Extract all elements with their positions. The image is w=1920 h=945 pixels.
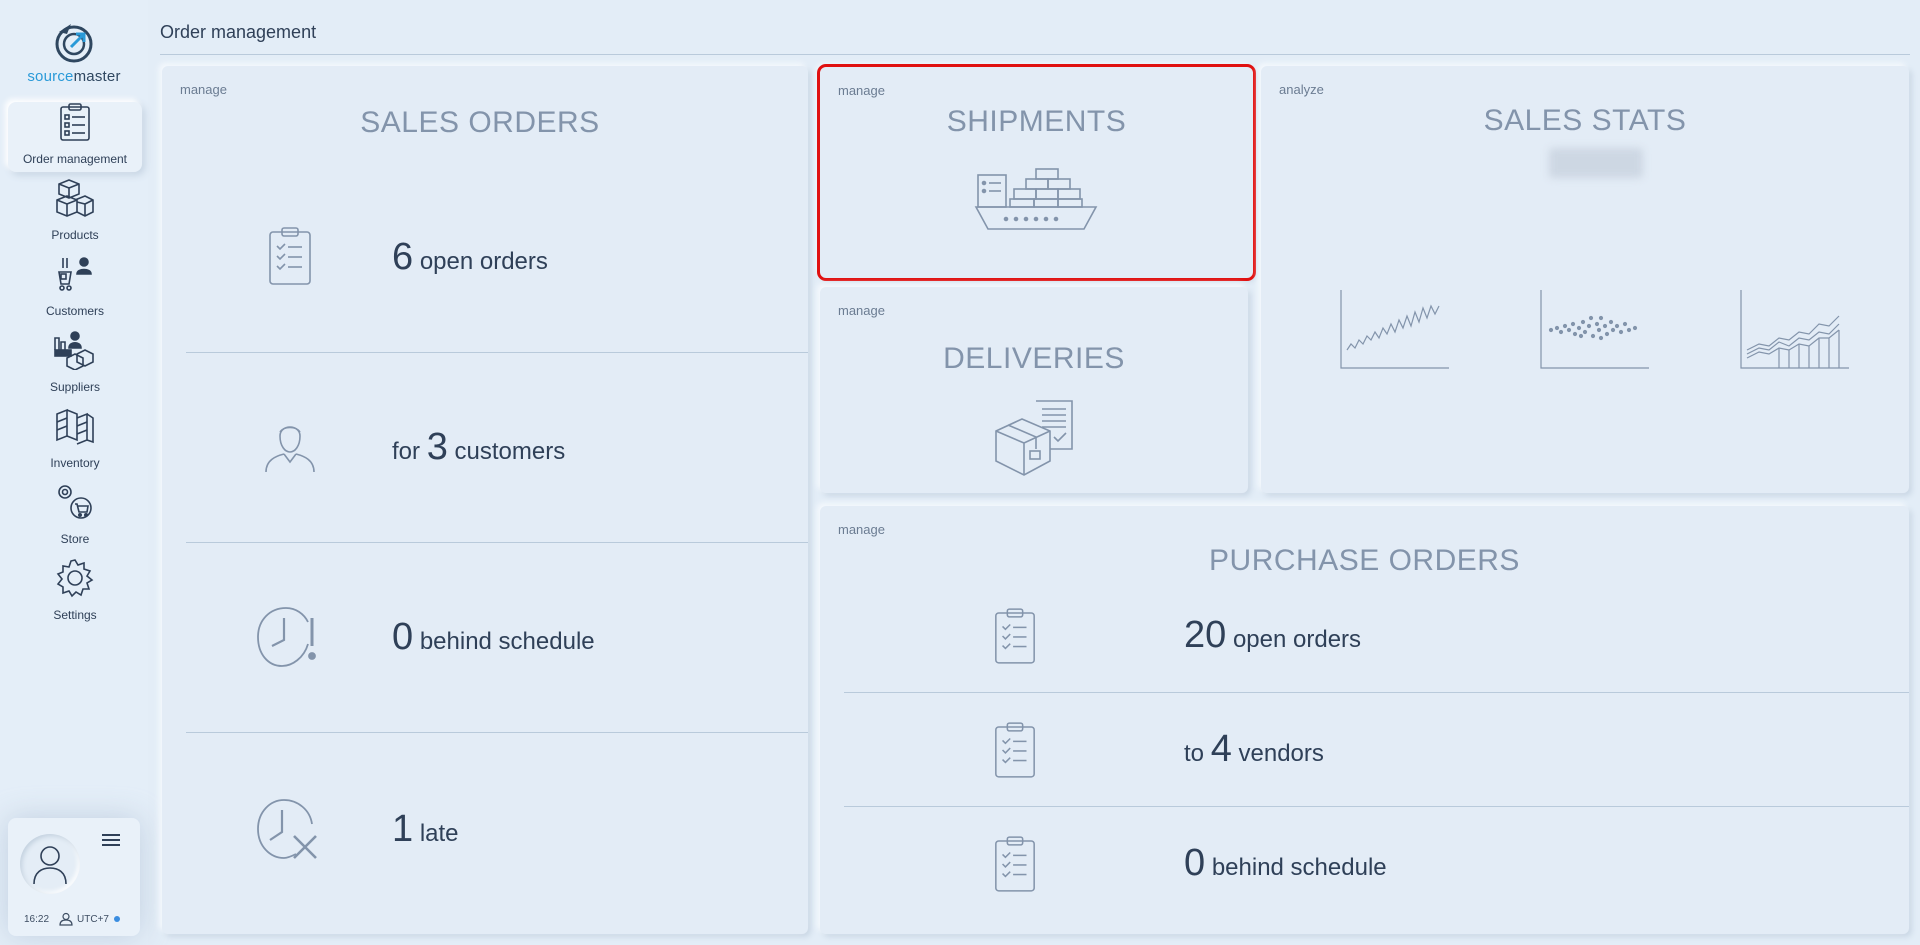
purchase-open-orders-stat: 20 open orders — [1184, 614, 1361, 657]
user-status: 16:22 UTC+7 — [24, 912, 130, 926]
sidebar-item-customers[interactable]: Customers — [8, 254, 142, 324]
stat-label: behind schedule — [1211, 854, 1387, 881]
stat-label: behind schedule — [419, 628, 595, 655]
stat-prefix: to — [1184, 740, 1205, 767]
sales-open-orders-stat: 6 open orders — [392, 236, 548, 279]
stat-label: late — [419, 820, 459, 847]
card-title: DELIVERIES — [943, 342, 1125, 375]
delivery-box-icon — [995, 400, 1073, 476]
deliveries-card[interactable]: manage DELIVERIES — [820, 287, 1248, 493]
sidebar-item-suppliers[interactable]: Suppliers — [8, 330, 142, 400]
sidebar-item-label: Settings — [53, 608, 97, 622]
stat-number: 20 — [1184, 614, 1227, 656]
area-chart-icon — [1740, 290, 1849, 369]
stat-label: vendors — [1238, 740, 1324, 767]
card-title: SALES STATS — [1483, 104, 1687, 137]
menu-icon[interactable] — [102, 834, 120, 848]
stat-prefix: for — [392, 438, 421, 465]
clock-warning-icon — [257, 607, 316, 667]
row-divider — [186, 352, 808, 353]
stat-number: 0 — [1184, 842, 1206, 884]
clipboard-icon — [269, 227, 311, 285]
stat-number: 4 — [1210, 728, 1232, 770]
stat-number: 1 — [392, 808, 414, 850]
card-title: SHIPMENTS — [946, 105, 1127, 138]
stat-number: 6 — [392, 236, 414, 278]
sidebar-item-order-management[interactable]: Order management — [8, 102, 142, 172]
user-icon — [59, 912, 73, 926]
sidebar-item-products[interactable]: Products — [8, 178, 142, 248]
logo-text: sourcemaster — [27, 68, 121, 85]
purchase-vendors-stat: to 4 vendors — [1184, 728, 1324, 771]
sales-late-stat: 1 late — [392, 808, 459, 851]
customers-icon — [58, 257, 92, 291]
line-chart-icon — [1340, 290, 1449, 369]
sidebar-item-label: Inventory — [50, 456, 100, 470]
ship-icon — [974, 168, 1098, 230]
store-icon — [58, 485, 92, 519]
sales-customers-stat: for 3 customers — [392, 426, 565, 469]
suppliers-icon — [54, 331, 94, 370]
card-tag: manage — [838, 303, 885, 318]
header-divider — [160, 54, 1910, 55]
card-tag: manage — [838, 83, 885, 98]
row-divider — [186, 732, 808, 733]
clock-late-icon — [257, 799, 317, 859]
inventory-icon — [56, 408, 94, 445]
boxes-icon — [56, 179, 94, 217]
clipboard-icon — [60, 103, 90, 141]
scatter-chart-icon — [1540, 290, 1649, 369]
timezone: UTC+7 — [77, 913, 109, 925]
sidebar-item-label: Store — [60, 532, 90, 546]
sidebar-item-label: Suppliers — [49, 380, 101, 394]
user-avatar-icon — [33, 846, 67, 885]
card-tag: analyze — [1279, 82, 1324, 97]
row-divider — [186, 542, 808, 543]
shipments-card[interactable]: manage SHIPMENTS — [817, 64, 1256, 281]
stat-number: 3 — [426, 426, 448, 468]
blurred-value — [1549, 148, 1643, 178]
card-tag: manage — [180, 82, 227, 97]
avatar[interactable] — [20, 834, 80, 894]
online-status-dot — [113, 916, 120, 922]
page-title: Order management — [160, 22, 317, 42]
stat-label: open orders — [419, 248, 548, 275]
logo[interactable]: sourcemaster — [0, 20, 148, 85]
customer-icon — [265, 426, 315, 472]
clipboard-icon — [995, 608, 1035, 664]
row-divider — [844, 806, 1909, 807]
sidebar-item-label: Products — [51, 228, 99, 242]
clipboard-icon — [995, 836, 1035, 892]
clipboard-icon — [995, 722, 1035, 778]
clock-time: 16:22 — [24, 913, 50, 925]
sidebar-item-store[interactable]: Store — [8, 482, 142, 552]
sidebar-item-settings[interactable]: Settings — [8, 558, 142, 628]
stat-label: open orders — [1232, 626, 1362, 653]
card-title: PURCHASE ORDERS — [1209, 544, 1520, 577]
sidebar-item-inventory[interactable]: Inventory — [8, 406, 142, 476]
sales-behind-schedule-stat: 0 behind schedule — [392, 616, 595, 659]
stat-number: 0 — [392, 616, 414, 658]
stat-label: customers — [454, 438, 566, 465]
sidebar-item-label: Customers — [45, 304, 104, 318]
sales-stats-card[interactable]: analyze SALES STATS — [1261, 66, 1909, 493]
purchase-orders-card[interactable]: manage PURCHASE ORDERS 20 open orders to… — [820, 506, 1909, 934]
user-card: 16:22 UTC+7 — [8, 818, 140, 936]
card-title: SALES ORDERS — [360, 106, 600, 139]
row-divider — [844, 692, 1909, 693]
purchase-behind-schedule-stat: 0 behind schedule — [1184, 842, 1387, 885]
sidebar-nav: Order management Products Customers Supp… — [0, 96, 148, 632]
logo-icon — [55, 24, 93, 63]
gear-icon — [56, 559, 94, 598]
sidebar: sourcemaster Order management Products C… — [0, 0, 148, 945]
sales-orders-card[interactable]: manage SALES ORDERS 6 open orders for 3 … — [162, 66, 808, 934]
card-tag: manage — [838, 522, 885, 537]
sidebar-item-label: Order management — [22, 152, 128, 166]
